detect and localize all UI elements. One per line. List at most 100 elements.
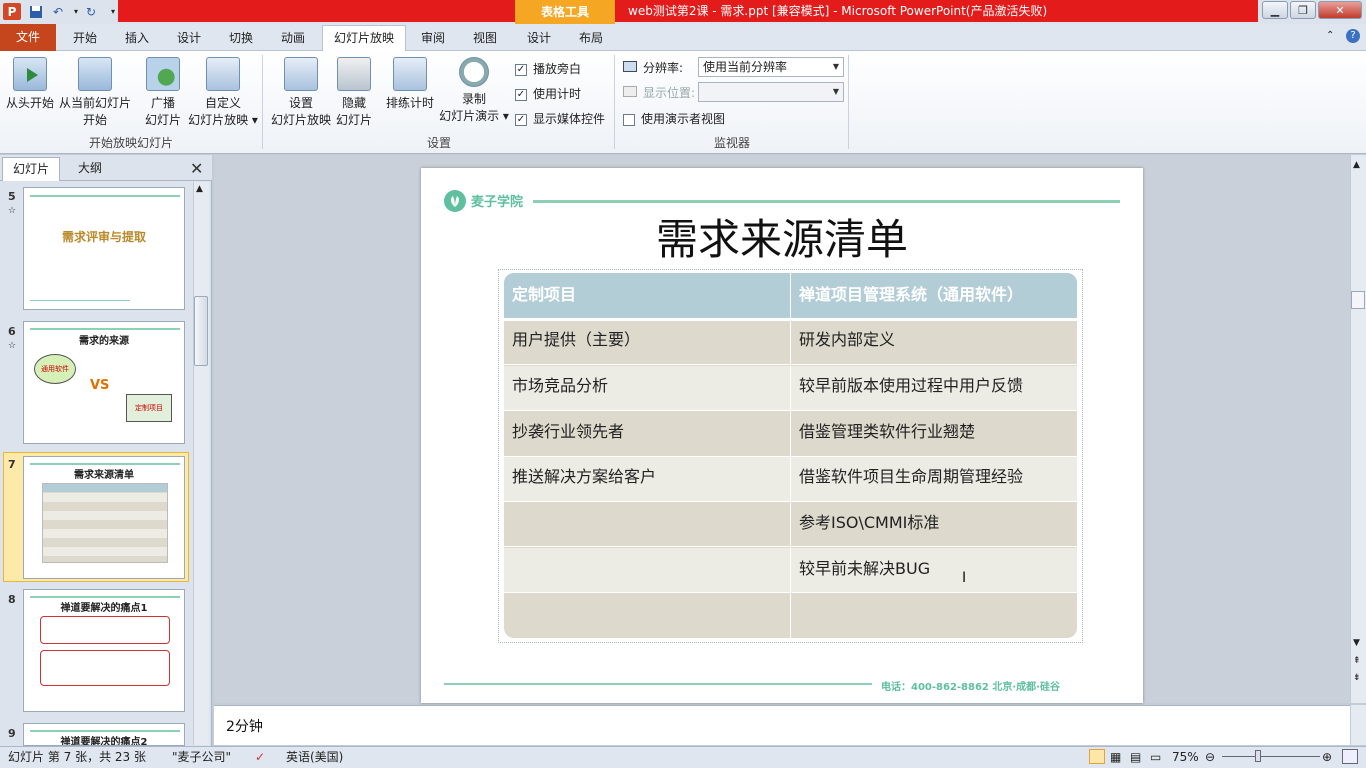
- collapse-ribbon-icon[interactable]: ⌃: [1326, 30, 1334, 41]
- notes-pane[interactable]: [214, 705, 1350, 745]
- table-cell[interactable]: 较早前版本使用过程中用户反馈: [791, 364, 1031, 408]
- text-cursor-icon: I: [962, 570, 967, 586]
- tab-insert[interactable]: 插入: [114, 26, 160, 51]
- display-on-select[interactable]: ▼: [698, 82, 844, 102]
- slide-thumbnail-9[interactable]: 禅道要解决的痛点2: [23, 723, 185, 746]
- tab-slideshow[interactable]: 幻灯片放映: [322, 26, 406, 51]
- zoom-slider-thumb[interactable]: [1255, 750, 1261, 762]
- setup-slideshow-button[interactable]: 设置 幻灯片放映: [268, 57, 334, 129]
- zoom-level[interactable]: 75%: [1172, 748, 1199, 766]
- thumb-rule: [30, 300, 130, 301]
- slide-title[interactable]: 需求来源清单: [421, 206, 1143, 267]
- slides-scrollbar[interactable]: [193, 182, 209, 745]
- zoom-in-icon[interactable]: ⊕: [1322, 748, 1332, 766]
- minimize-button[interactable]: ▁: [1262, 1, 1288, 19]
- custom-slideshow-button[interactable]: 自定义 幻灯片放映 ▾: [186, 57, 260, 129]
- tab-transitions[interactable]: 切换: [218, 26, 264, 51]
- theme-name[interactable]: "麦子公司": [172, 748, 231, 766]
- tab-table-design[interactable]: 设计: [516, 26, 562, 51]
- play-from-start-icon: [13, 57, 47, 91]
- normal-view-icon[interactable]: [1089, 749, 1105, 764]
- spell-check-icon[interactable]: ✓: [255, 748, 265, 766]
- broadcast-slideshow-button[interactable]: 广播 幻灯片: [140, 57, 186, 129]
- scroll-down-icon[interactable]: ▼: [1353, 638, 1360, 648]
- hide-slide-button[interactable]: 隐藏 幻灯片: [334, 57, 374, 129]
- table-cell[interactable]: 较早前未解决BUG: [791, 547, 938, 591]
- canvas-scrollbar[interactable]: [1350, 155, 1366, 703]
- resolution-select[interactable]: 使用当前分辨率 ▼: [698, 57, 844, 77]
- from-current-slide-button[interactable]: 从当前幻灯片 开始: [58, 57, 132, 129]
- record-stopwatch-icon: [459, 57, 489, 87]
- use-timings-checkbox[interactable]: ✓ 使用计时: [515, 85, 581, 102]
- fit-to-window-icon[interactable]: [1342, 749, 1358, 764]
- thumb-rule: [30, 328, 180, 330]
- table-cell[interactable]: 推送解决方案给客户: [504, 455, 664, 499]
- play-narration-checkbox[interactable]: ✓ 播放旁白: [515, 60, 581, 77]
- slide-thumbnail-8[interactable]: 禅道要解决的痛点1: [23, 589, 185, 712]
- slide-thumbnail-7[interactable]: 需求来源清单: [23, 456, 185, 579]
- table-cell[interactable]: [504, 501, 520, 525]
- table-cell[interactable]: 借鉴软件项目生命周期管理经验: [791, 455, 1031, 499]
- rehearse-timings-button[interactable]: 排练计时: [382, 57, 438, 112]
- slideshow-view-icon[interactable]: ▭: [1150, 748, 1161, 766]
- table-cell[interactable]: 抄袭行业领先者: [504, 410, 632, 454]
- save-icon[interactable]: [27, 3, 45, 20]
- tab-review[interactable]: 审阅: [410, 26, 456, 51]
- canvas-scroll-thumb[interactable]: [1351, 291, 1365, 309]
- slide-thumbnail-6[interactable]: 需求的来源 通用软件 VS 定制项目: [23, 321, 185, 444]
- checkbox-checked-icon: ✓: [515, 113, 527, 126]
- zoom-slider-track[interactable]: [1222, 756, 1320, 757]
- data-table[interactable]: 定制项目 禅道项目管理系统（通用软件） 用户提供（主要） 研发内部定义 市场竞品…: [504, 273, 1077, 638]
- tab-slides[interactable]: 幻灯片: [2, 157, 60, 181]
- tab-file[interactable]: 文件: [0, 24, 56, 51]
- slides-scroll-thumb[interactable]: [194, 296, 208, 366]
- language-indicator[interactable]: 英语(美国): [286, 748, 343, 766]
- tab-home[interactable]: 开始: [62, 26, 108, 51]
- tab-view[interactable]: 视图: [462, 26, 508, 51]
- table-header-cell[interactable]: 禅道项目管理系统（通用软件）: [791, 273, 1031, 317]
- table-tools-context-label: 表格工具: [515, 0, 615, 24]
- tab-animations[interactable]: 动画: [270, 26, 316, 51]
- next-slide-icon[interactable]: ⇟: [1353, 673, 1361, 683]
- thumb-title: 需求的来源: [79, 336, 129, 347]
- close-button[interactable]: ✕: [1318, 1, 1362, 19]
- undo-icon[interactable]: ↶: [49, 3, 67, 20]
- previous-slide-icon[interactable]: ⇞: [1353, 656, 1361, 666]
- customize-qat-icon[interactable]: ▾: [104, 3, 122, 20]
- presenter-view-checkbox[interactable]: 使用演示者视图: [623, 110, 725, 127]
- scroll-up-icon[interactable]: ▲: [1353, 160, 1360, 170]
- table-cell[interactable]: 用户提供（主要）: [504, 318, 648, 362]
- from-beginning-button[interactable]: 从头开始: [4, 57, 56, 112]
- maximize-button[interactable]: ❐: [1290, 1, 1316, 19]
- reading-view-icon[interactable]: ▤: [1130, 748, 1141, 766]
- notes-text[interactable]: 2分钟: [226, 716, 263, 736]
- table-cell[interactable]: 研发内部定义: [791, 318, 903, 362]
- tab-design[interactable]: 设计: [166, 26, 212, 51]
- help-icon[interactable]: ?: [1346, 29, 1360, 43]
- thumb-table: [42, 483, 168, 563]
- zoom-out-icon[interactable]: ⊖: [1205, 748, 1215, 766]
- table-cell[interactable]: 参考ISO\CMMI标准: [791, 501, 947, 545]
- rehearse-timer-icon: [393, 57, 427, 91]
- powerpoint-logo-icon[interactable]: P: [3, 3, 21, 20]
- close-panel-icon[interactable]: ✕: [190, 159, 203, 178]
- redo-icon[interactable]: ↻: [82, 3, 100, 20]
- table-header-cell[interactable]: 定制项目: [504, 273, 584, 317]
- thumb-box: 定制项目: [126, 394, 172, 422]
- slide-thumbnail-5[interactable]: 需求评审与提取: [23, 187, 185, 310]
- tab-outline[interactable]: 大纲: [62, 157, 118, 181]
- notes-scrollbar[interactable]: [1350, 705, 1366, 745]
- record-slideshow-button[interactable]: 录制 幻灯片演示 ▾: [438, 57, 510, 125]
- table-cell[interactable]: [504, 547, 520, 571]
- table-cell[interactable]: 借鉴管理类软件行业翘楚: [791, 410, 983, 454]
- show-media-controls-checkbox[interactable]: ✓ 显示媒体控件: [515, 110, 605, 127]
- group-separator: [262, 55, 263, 149]
- table-cell[interactable]: 市场竞品分析: [504, 364, 616, 408]
- thumb-title: 禅道要解决的痛点2: [60, 737, 148, 746]
- tab-table-layout[interactable]: 布局: [568, 26, 614, 51]
- slide-footer: 电话：400-862-8862 北京·成都·硅谷: [881, 682, 1060, 693]
- display-monitor-icon: [623, 86, 637, 97]
- slide-sorter-icon[interactable]: ▦: [1110, 748, 1121, 766]
- scroll-up-icon[interactable]: ▲: [196, 184, 203, 194]
- group-separator: [614, 55, 615, 149]
